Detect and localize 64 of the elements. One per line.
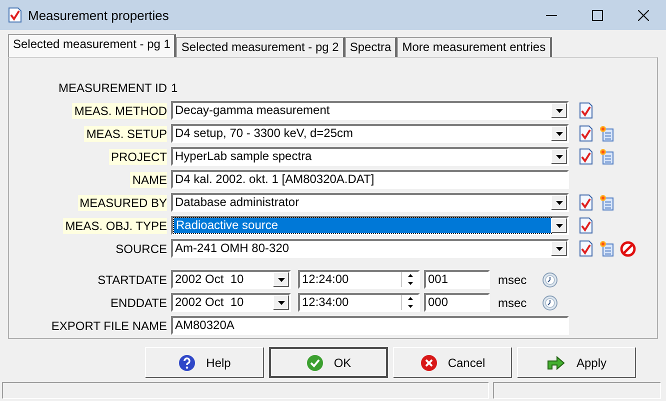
cancel-icon xyxy=(420,354,438,372)
new-record-icon[interactable] xyxy=(599,240,615,257)
clock-icon[interactable] xyxy=(542,272,558,288)
edit-icon[interactable] xyxy=(578,240,594,257)
document-check-icon xyxy=(8,7,22,23)
field-label: MEAS. OBJ. TYPE xyxy=(63,218,167,234)
cancel-button[interactable]: Cancel xyxy=(393,347,512,378)
delete-icon[interactable] xyxy=(620,240,636,256)
new-record-icon[interactable] xyxy=(599,148,615,165)
field-label: STARTDATE xyxy=(96,272,167,288)
checkmark-icon xyxy=(306,354,324,372)
edit-icon[interactable] xyxy=(578,194,594,211)
dropdown-value: Am-241 OMH 80-320 xyxy=(174,241,290,256)
field-label: MEASUREMENT ID xyxy=(58,80,167,96)
minimize-icon[interactable] xyxy=(546,14,556,16)
apply-button[interactable]: Apply xyxy=(517,347,636,378)
date-dropdown[interactable]: 2002 Oct 10 xyxy=(171,270,291,289)
dropdown-value: Decay-gamma measurement xyxy=(174,103,331,118)
id-value: 1 xyxy=(171,80,178,94)
input-field[interactable]: 000 xyxy=(424,293,490,312)
tab[interactable]: More measurement entries xyxy=(397,37,552,57)
field-label: MEAS. SETUP xyxy=(84,126,167,142)
time-field[interactable]: 12:24:00 xyxy=(298,270,420,289)
dropdown[interactable]: D4 setup, 70 - 3300 keV, d=25cm xyxy=(171,124,569,143)
dropdown[interactable]: Am-241 OMH 80-320 xyxy=(171,239,569,258)
maximize-icon[interactable] xyxy=(592,10,602,20)
field-label: MEAS. METHOD xyxy=(72,102,167,118)
dropdown[interactable]: Decay-gamma measurement xyxy=(171,101,569,120)
edit-icon[interactable] xyxy=(578,125,594,142)
dropdown-value: Radioactive source xyxy=(174,218,551,233)
tab[interactable]: Selected measurement - pg 2 xyxy=(176,37,345,57)
field-label: ENDDATE xyxy=(110,294,167,310)
dropdown-value: D4 setup, 70 - 3300 keV, d=25cm xyxy=(174,126,354,141)
tab[interactable]: Selected measurement - pg 1 xyxy=(8,34,176,57)
apply-arrow-icon xyxy=(546,354,566,370)
new-record-icon[interactable] xyxy=(599,194,615,211)
field-label: SOURCE xyxy=(114,240,167,256)
unit-label: msec xyxy=(498,272,528,286)
help-icon xyxy=(178,354,196,372)
date-dropdown[interactable]: 2002 Oct 10 xyxy=(171,293,291,312)
dropdown[interactable]: Radioactive source xyxy=(171,216,569,235)
input-field[interactable]: D4 kal. 2002. okt. 1 [AM80320A.DAT] xyxy=(171,170,569,189)
tab[interactable]: Spectra xyxy=(344,37,398,57)
field-label: EXPORT FILE NAME xyxy=(50,318,167,334)
window-title: Measurement properties xyxy=(28,8,170,22)
dropdown-value: HyperLab sample spectra xyxy=(174,149,313,164)
edit-icon[interactable] xyxy=(578,102,594,119)
edit-icon[interactable] xyxy=(578,217,594,234)
time-field[interactable]: 12:34:00 xyxy=(298,293,420,312)
help-button[interactable]: Help xyxy=(145,347,264,378)
close-icon[interactable] xyxy=(638,10,648,20)
field-label: MEASURED BY xyxy=(78,194,167,210)
ok-button[interactable]: OK xyxy=(269,347,388,378)
input-field[interactable]: 001 xyxy=(424,270,490,289)
dropdown[interactable]: Database administrator xyxy=(171,193,569,212)
clock-icon[interactable] xyxy=(542,294,558,310)
dropdown-value: Database administrator xyxy=(174,195,300,210)
field-label: NAME xyxy=(130,172,167,188)
edit-icon[interactable] xyxy=(578,148,594,165)
input-field[interactable]: AM80320A xyxy=(171,316,569,335)
dropdown[interactable]: HyperLab sample spectra xyxy=(171,147,569,166)
new-record-icon[interactable] xyxy=(599,125,615,142)
field-label: PROJECT xyxy=(108,148,167,164)
unit-label: msec xyxy=(498,296,528,310)
